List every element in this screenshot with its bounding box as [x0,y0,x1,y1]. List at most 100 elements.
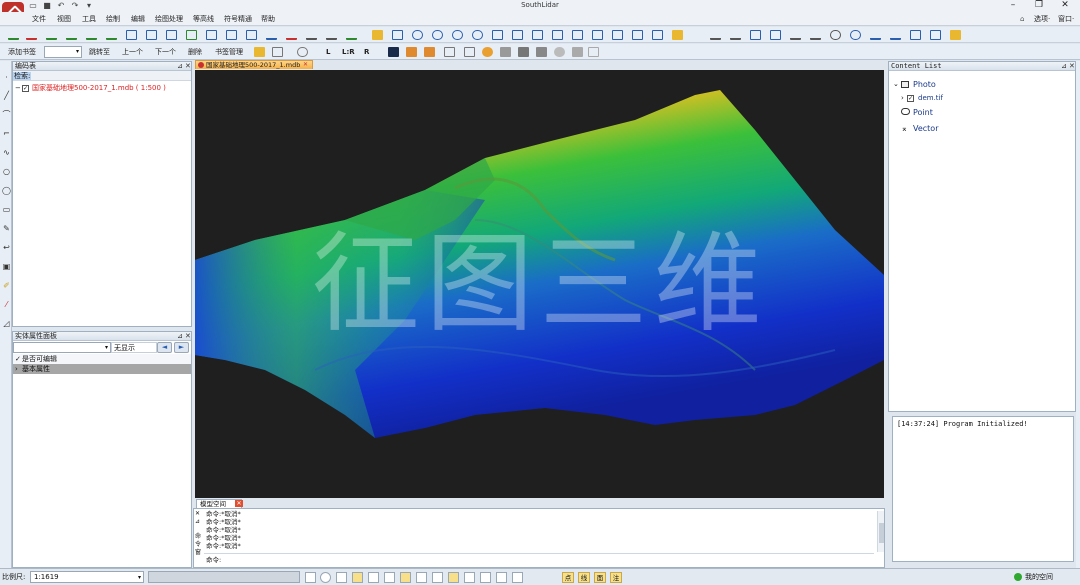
edit-icon[interactable] [496,572,507,583]
collapse-icon[interactable]: ⌄ [893,79,899,90]
property-group-row[interactable]: › 基本属性 [13,364,191,374]
zoom-window-icon[interactable] [452,30,463,40]
text-icon[interactable] [464,572,475,583]
tree-item-layer[interactable]: − ✓ 国家基础地理500-2017_1.mdb ( 1:500 ) [15,83,191,93]
next-bookmark-button[interactable]: 下一个 [155,48,176,57]
ellipse-draw-icon[interactable]: ◯ [2,186,11,195]
window-menu[interactable]: 窗口· [1058,14,1074,24]
pin-icon[interactable]: ⊿ [177,332,183,341]
tab-close-icon[interactable]: ✕ [303,61,311,68]
box-tool-icon[interactable] [146,30,157,40]
line-draw-icon[interactable]: ╱ [2,91,11,100]
close-icon[interactable]: ✕ [195,510,200,517]
circle-draw-icon[interactable]: ○ [2,167,11,176]
workspace-label[interactable]: 我的空间 [1025,573,1053,582]
expand-icon[interactable]: − [15,83,21,93]
menu-drawing-process[interactable]: 绘图处理 [155,14,183,24]
pin-icon[interactable]: ⊿ [177,62,183,71]
pin-icon[interactable]: ⊿ [1061,62,1067,71]
image-icon[interactable] [480,572,491,583]
parallel-icon[interactable] [810,30,821,40]
stereo-view-button[interactable]: L:R [342,48,355,57]
scrollbar-thumb[interactable] [879,523,884,543]
command-input[interactable]: 命令: [204,553,874,567]
filter-select[interactable]: 无显示 [111,342,157,353]
gray-tool-icon[interactable] [572,47,583,57]
arc-tool-icon[interactable] [66,30,77,40]
shade-icon[interactable] [500,47,511,57]
snap-mode-icon[interactable] [305,572,316,583]
pencil-tool-icon[interactable] [372,30,383,40]
pan-icon[interactable] [492,30,503,40]
maximize-icon[interactable]: ❐ [1030,0,1048,11]
rect-tool-icon[interactable] [126,30,137,40]
layer-tool-icon[interactable] [392,30,403,40]
lwt-icon[interactable] [416,572,427,583]
trim-tool-icon[interactable] [266,30,277,40]
spline-tool-icon[interactable] [106,30,117,40]
undo-view-icon[interactable] [512,30,523,40]
triangle-draw-icon[interactable]: ◿ [2,319,11,328]
polyline-tool-icon[interactable] [46,30,57,40]
scale-tool-icon[interactable] [246,30,257,40]
collapse-ribbon-icon[interactable]: ⌂ [1020,14,1024,24]
copy-tool-icon[interactable] [186,30,197,40]
menu-edit[interactable]: 编辑 [131,14,145,24]
cube-top-icon[interactable] [464,47,475,57]
import-icon[interactable] [572,30,583,40]
zoom-in-icon[interactable] [412,30,423,40]
brush-draw-icon[interactable]: ✐ [2,281,11,290]
cube-wire-icon[interactable] [444,47,455,57]
dyn-icon[interactable] [400,572,411,583]
menu-view[interactable]: 视图 [57,14,71,24]
edit-pen-icon[interactable] [710,30,721,40]
print-icon[interactable] [592,30,603,40]
window-icon[interactable] [612,30,623,40]
ortho-icon[interactable] [320,572,331,583]
point-mode-button[interactable]: 点 [562,572,574,583]
save-icon[interactable]: ■ [42,1,52,10]
clip-icon[interactable] [930,30,941,40]
circle-icon[interactable] [830,30,841,40]
note-mode-button[interactable]: 注 [610,572,622,583]
property-row[interactable]: ✓ 是否可编辑 [13,354,191,364]
expand-icon[interactable]: › [901,93,904,103]
tree-node-dem[interactable]: › ✓ dem.tif [901,93,1001,103]
polar-icon[interactable] [352,572,363,583]
close-icon[interactable]: ✕ [1056,0,1074,11]
goto-button[interactable]: 跳转至 [89,48,110,57]
zoom-out-icon[interactable] [432,30,443,40]
menu-help[interactable]: 帮助 [261,14,275,24]
menu-tools[interactable]: 工具 [82,14,96,24]
pen-draw-icon[interactable]: ✎ [2,224,11,233]
curve-draw-icon[interactable]: ∿ [2,148,11,157]
stack-icon[interactable] [632,30,643,40]
point-draw-icon[interactable]: · [2,73,11,82]
cube-side-icon[interactable] [424,47,435,57]
extend-tool-icon[interactable] [346,30,357,40]
grid-icon[interactable] [910,30,921,40]
move-tool-icon[interactable] [206,30,217,40]
entity-select[interactable]: ▾ [13,342,111,353]
texture-icon[interactable] [518,47,529,57]
render-mode-icon[interactable] [388,47,399,57]
line-mode-button[interactable]: 线 [578,572,590,583]
frame-tool-icon[interactable] [166,30,177,40]
document-tab[interactable]: 国家基础地理500-2017_1.mdb [195,60,313,69]
sphere-icon[interactable] [554,47,565,57]
grid-snap-icon[interactable] [336,572,347,583]
cube-front-icon[interactable] [406,47,417,57]
line-tool-icon[interactable] [26,30,37,40]
layer-checkbox[interactable]: ✓ [22,85,29,92]
dropdown-icon[interactable]: ▾ [84,1,94,10]
model-icon[interactable] [432,572,443,583]
offset-icon[interactable] [750,30,761,40]
break-tool-icon[interactable] [326,30,337,40]
otrack-icon[interactable] [384,572,395,583]
report-icon[interactable] [652,30,663,40]
prev-entity-button[interactable]: ◄ [157,342,172,353]
mirror-icon[interactable] [790,30,801,40]
right-view-button[interactable]: R [364,48,369,57]
scale-select[interactable]: 1:1619 ▾ [30,571,144,583]
pin-tool-icon[interactable] [286,30,297,40]
